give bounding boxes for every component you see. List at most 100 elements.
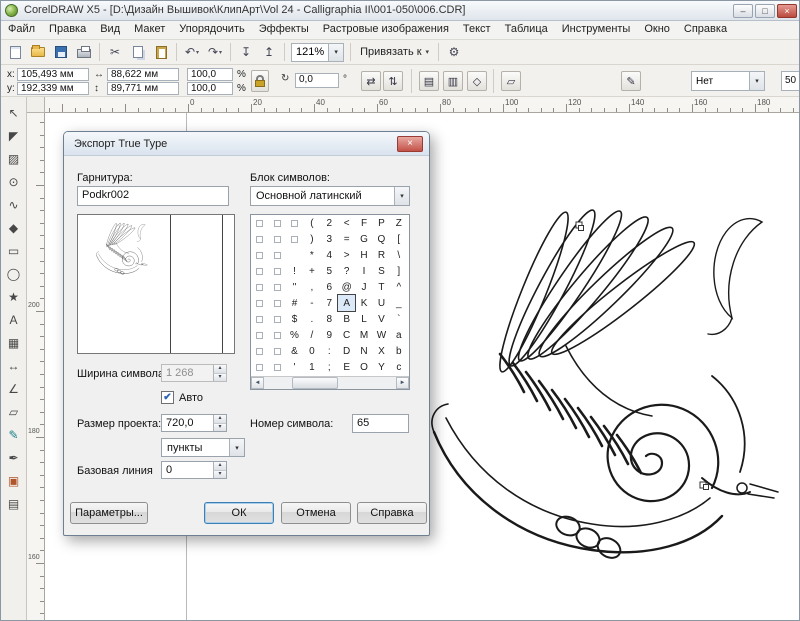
char-cell[interactable] bbox=[251, 215, 268, 231]
char-cell[interactable]: + bbox=[303, 263, 320, 279]
menu-item-7[interactable]: Текст bbox=[456, 21, 498, 40]
menu-item-3[interactable]: Макет bbox=[127, 21, 172, 40]
char-cell[interactable] bbox=[251, 295, 268, 311]
char-cell[interactable]: : bbox=[321, 343, 338, 359]
y-position-field[interactable]: 192,339 мм bbox=[17, 82, 89, 95]
zoom-dropdown-icon[interactable]: ▾ bbox=[328, 44, 343, 61]
char-cell[interactable]: \ bbox=[390, 247, 407, 263]
char-cell[interactable]: O bbox=[355, 359, 372, 375]
menu-item-0[interactable]: Файл bbox=[1, 21, 42, 40]
cut-button[interactable]: ✂ bbox=[104, 42, 126, 63]
export-button[interactable]: ↥ bbox=[258, 42, 280, 63]
dialog-title[interactable]: Экспорт True Type bbox=[64, 132, 429, 156]
char-cell[interactable]: * bbox=[303, 247, 320, 263]
node-handle[interactable] bbox=[578, 225, 584, 231]
char-cell[interactable] bbox=[251, 279, 268, 295]
snap-to-dropdown[interactable]: Привязать к ▾ bbox=[355, 46, 434, 58]
symbol-block-dropdown-icon[interactable]: ▾ bbox=[394, 187, 409, 205]
char-cell[interactable]: ; bbox=[321, 359, 338, 375]
char-cell[interactable]: / bbox=[303, 327, 320, 343]
crop-tool[interactable]: ▨ bbox=[2, 147, 26, 170]
spin-down-icon[interactable]: ▾ bbox=[213, 424, 226, 432]
char-cell[interactable]: > bbox=[338, 247, 355, 263]
scroll-left-icon[interactable]: ◄ bbox=[251, 377, 264, 389]
scrollbar-track[interactable] bbox=[264, 377, 396, 389]
menu-item-2[interactable]: Вид bbox=[93, 21, 127, 40]
char-cell[interactable]: b bbox=[390, 343, 407, 359]
units-dropdown-icon[interactable]: ▾ bbox=[229, 439, 244, 456]
char-cell[interactable]: Y bbox=[373, 359, 390, 375]
propbar-icon-button[interactable]: ▥ bbox=[443, 71, 463, 91]
ellipse-tool[interactable]: ◯ bbox=[2, 262, 26, 285]
scale-x-field[interactable]: 100,0 bbox=[187, 68, 233, 81]
char-cell[interactable]: ' bbox=[286, 359, 303, 375]
zoom-level-combo[interactable]: 121% ▾ bbox=[291, 43, 344, 62]
mirror-horizontal-button[interactable]: ⇄ bbox=[361, 71, 381, 91]
char-cell[interactable]: ? bbox=[338, 263, 355, 279]
char-cell[interactable]: [ bbox=[390, 231, 407, 247]
char-cell[interactable] bbox=[286, 215, 303, 231]
char-cell[interactable] bbox=[286, 231, 303, 247]
char-cell[interactable]: W bbox=[373, 327, 390, 343]
char-cell[interactable]: c bbox=[390, 359, 407, 375]
char-cell[interactable] bbox=[251, 231, 268, 247]
mirror-vertical-button[interactable]: ⇅ bbox=[383, 71, 403, 91]
propbar-icon-button[interactable]: ▤ bbox=[419, 71, 439, 91]
char-cell[interactable]: 2 bbox=[321, 215, 338, 231]
char-cell[interactable]: Z bbox=[390, 215, 407, 231]
char-cell[interactable]: ! bbox=[286, 263, 303, 279]
zoom-tool[interactable]: ⊙ bbox=[2, 170, 26, 193]
char-cell[interactable] bbox=[251, 327, 268, 343]
units-dropdown[interactable]: пункты ▾ bbox=[161, 438, 245, 457]
outline-pen-tool[interactable]: ✒ bbox=[2, 446, 26, 469]
char-cell[interactable] bbox=[251, 359, 268, 375]
char-cell[interactable]: A bbox=[338, 295, 355, 311]
char-cell[interactable]: C bbox=[338, 327, 355, 343]
menu-item-8[interactable]: Таблица bbox=[498, 21, 555, 40]
x-position-field[interactable]: 105,493 мм bbox=[17, 68, 89, 81]
char-cell[interactable]: ` bbox=[390, 311, 407, 327]
char-cell[interactable] bbox=[268, 311, 285, 327]
char-cell[interactable]: K bbox=[355, 295, 372, 311]
propbar-icon-button[interactable]: ◇ bbox=[467, 71, 487, 91]
char-cell[interactable]: Q bbox=[373, 231, 390, 247]
freehand-tool[interactable]: ∿ bbox=[2, 193, 26, 216]
char-cell[interactable]: V bbox=[373, 311, 390, 327]
scrollbar-thumb[interactable] bbox=[292, 377, 338, 389]
char-cell[interactable]: T bbox=[373, 279, 390, 295]
scale-y-field[interactable]: 100,0 bbox=[187, 82, 233, 95]
text-tool[interactable]: А bbox=[2, 308, 26, 331]
clipped-right-field[interactable]: 50 bbox=[781, 71, 800, 91]
char-cell[interactable]: R bbox=[373, 247, 390, 263]
shape-tool[interactable]: ◤ bbox=[2, 124, 26, 147]
menu-item-1[interactable]: Правка bbox=[42, 21, 93, 40]
outline-width-dropdown-icon[interactable]: ▾ bbox=[749, 72, 764, 90]
char-cell[interactable] bbox=[268, 359, 285, 375]
table-tool[interactable]: ▦ bbox=[2, 331, 26, 354]
char-cell[interactable]: N bbox=[355, 343, 372, 359]
char-cell[interactable]: I bbox=[355, 263, 372, 279]
character-grid-scrollbar[interactable]: ◄ ► bbox=[251, 376, 409, 389]
outline-pen-button[interactable]: ✎ bbox=[621, 71, 641, 91]
redo-button[interactable]: ↷▾ bbox=[204, 42, 226, 63]
char-cell[interactable]: 9 bbox=[321, 327, 338, 343]
help-button[interactable]: Справка bbox=[357, 502, 427, 524]
char-cell[interactable]: B bbox=[338, 311, 355, 327]
new-button[interactable] bbox=[4, 42, 26, 63]
char-cell[interactable] bbox=[251, 247, 268, 263]
char-cell[interactable]: = bbox=[338, 231, 355, 247]
ok-button[interactable]: ОК bbox=[204, 502, 274, 524]
node-handle[interactable] bbox=[703, 484, 709, 490]
char-cell[interactable] bbox=[268, 247, 285, 263]
polygon-tool[interactable]: ★ bbox=[2, 285, 26, 308]
char-cell[interactable] bbox=[268, 343, 285, 359]
horizontal-ruler[interactable]: 020406080100120140160180 bbox=[45, 97, 800, 113]
undo-button[interactable]: ↶▾ bbox=[181, 42, 203, 63]
maximize-button[interactable]: □ bbox=[755, 4, 775, 18]
save-button[interactable] bbox=[50, 42, 72, 63]
char-cell[interactable]: D bbox=[338, 343, 355, 359]
object-height-field[interactable]: 89,771 мм bbox=[107, 82, 179, 95]
char-cell[interactable]: & bbox=[286, 343, 303, 359]
rectangle-tool[interactable]: ▭ bbox=[2, 239, 26, 262]
dimension-tool[interactable]: ↔ bbox=[2, 354, 26, 377]
